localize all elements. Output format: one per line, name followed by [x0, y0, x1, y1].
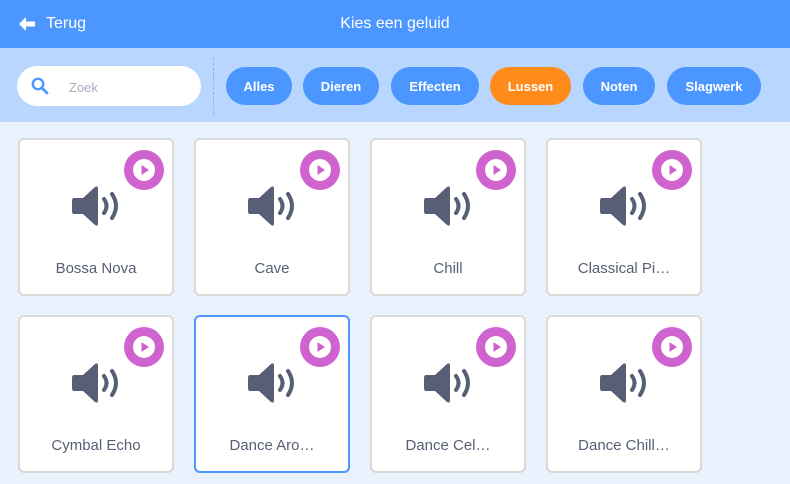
sound-card[interactable]: Classical Pi… — [546, 138, 702, 296]
header: Terug Kies een geluid — [0, 0, 790, 48]
speaker-icon — [424, 186, 470, 226]
sound-card[interactable]: Dance Cel… — [370, 315, 526, 473]
sound-name: Dance Cel… — [405, 437, 491, 454]
search-icon — [31, 77, 49, 95]
sound-card[interactable]: Cymbal Echo — [18, 315, 174, 473]
play-icon — [485, 159, 507, 181]
sound-card[interactable]: Chill — [370, 138, 526, 296]
play-icon — [661, 159, 683, 181]
tag-alles[interactable]: Alles — [226, 67, 292, 105]
play-icon — [485, 336, 507, 358]
divider — [213, 58, 214, 114]
sound-name: Dance Aro… — [229, 437, 315, 454]
play-icon — [661, 336, 683, 358]
play-button[interactable] — [300, 150, 340, 190]
tag-effecten[interactable]: Effecten — [391, 67, 479, 105]
speaker-icon — [72, 186, 118, 226]
search-input[interactable] — [67, 75, 191, 99]
play-button[interactable] — [124, 327, 164, 367]
play-icon — [309, 336, 331, 358]
sound-name: Cymbal Echo — [51, 437, 141, 454]
speaker-icon — [248, 186, 294, 226]
sound-card[interactable]: Bossa Nova — [18, 138, 174, 296]
filter-bar: Alles Dieren Effecten Lussen Noten Slagw… — [0, 48, 790, 122]
sound-name: Classical Pi… — [577, 260, 671, 277]
speaker-icon — [72, 363, 118, 403]
play-button[interactable] — [124, 150, 164, 190]
page-title: Kies een geluid — [340, 15, 450, 32]
tag-dieren[interactable]: Dieren — [303, 67, 379, 105]
speaker-icon — [600, 363, 646, 403]
play-icon — [133, 159, 155, 181]
sound-card[interactable]: Dance Chill… — [546, 315, 702, 473]
speaker-icon — [248, 363, 294, 403]
back-label: Terug — [46, 15, 87, 32]
sound-card-selected[interactable]: Dance Aro… — [194, 315, 350, 473]
back-button[interactable]: Terug — [18, 0, 86, 48]
sound-card[interactable]: Cave — [194, 138, 350, 296]
play-button[interactable] — [652, 327, 692, 367]
sound-name: Dance Chill… — [578, 437, 670, 454]
speaker-icon — [424, 363, 470, 403]
tag-lussen[interactable]: Lussen — [490, 67, 571, 105]
play-button[interactable] — [476, 150, 516, 190]
sound-name: Bossa Nova — [55, 260, 137, 277]
tag-noten[interactable]: Noten — [583, 67, 655, 105]
play-button[interactable] — [476, 327, 516, 367]
play-button[interactable] — [300, 327, 340, 367]
speaker-icon — [600, 186, 646, 226]
sound-name: Chill — [433, 260, 463, 277]
sound-name: Cave — [254, 260, 290, 277]
play-icon — [133, 336, 155, 358]
play-icon — [309, 159, 331, 181]
arrow-left-icon — [19, 17, 35, 31]
search-box[interactable] — [17, 66, 201, 106]
tag-slagwerk[interactable]: Slagwerk — [667, 67, 761, 105]
play-button[interactable] — [652, 150, 692, 190]
